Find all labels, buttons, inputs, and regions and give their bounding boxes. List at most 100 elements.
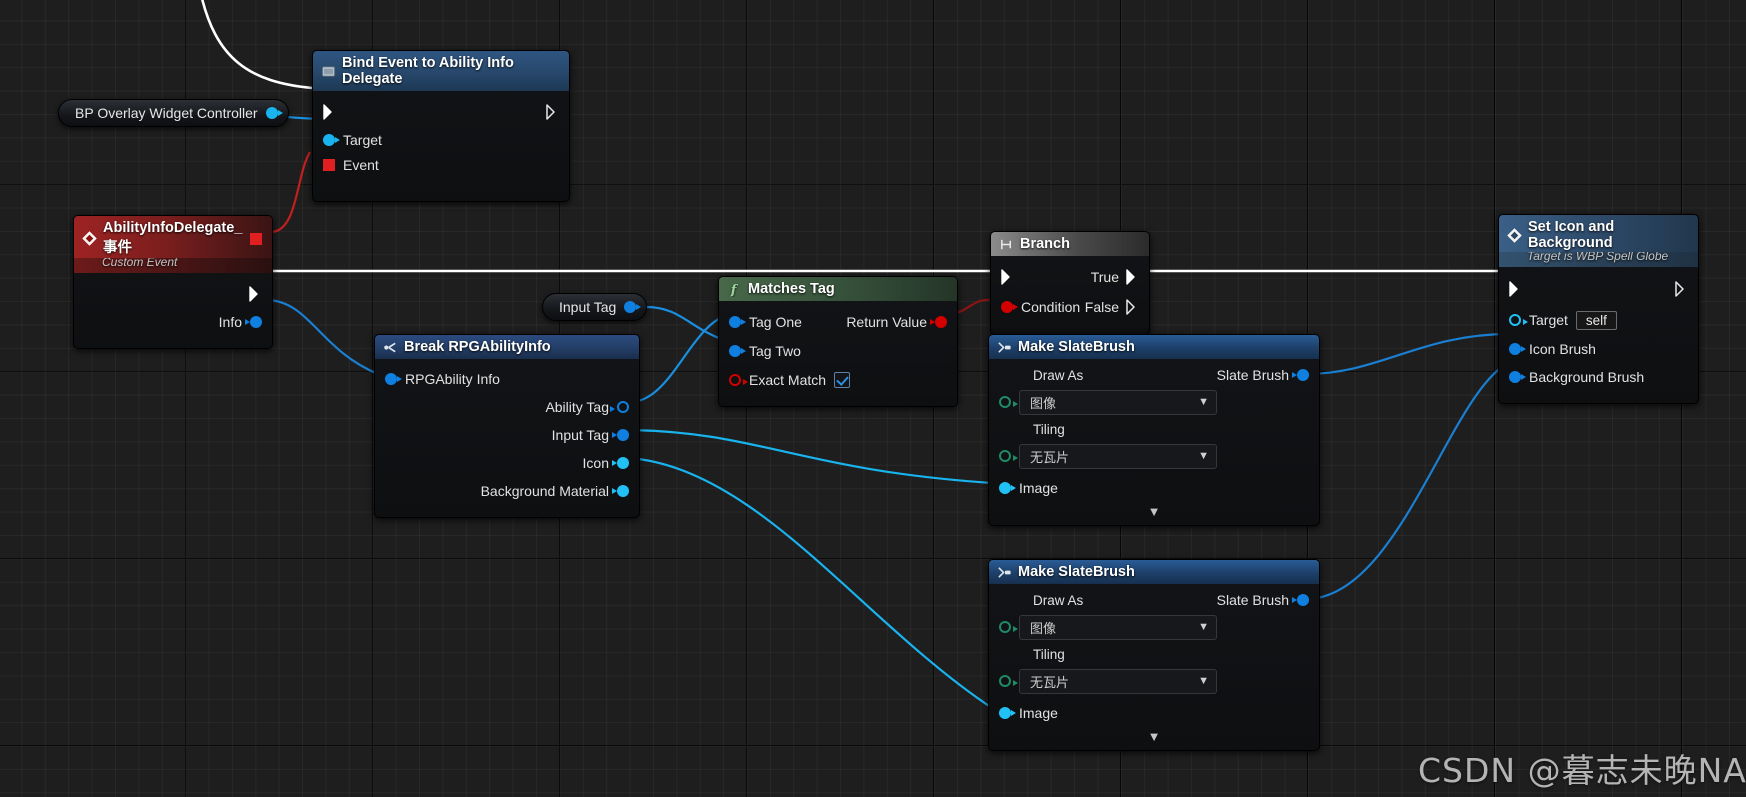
expand-node-chevron-down-icon[interactable]: ▼: [989, 728, 1319, 743]
object-output-pin[interactable]: [265, 107, 283, 119]
node-title: Make SlateBrush: [1018, 564, 1135, 580]
image-input-pin[interactable]: [999, 482, 1016, 494]
tiling-input-pin[interactable]: [999, 450, 1018, 462]
node-input-tag-get[interactable]: Input Tag: [542, 293, 648, 321]
exec-out-pin[interactable]: [249, 286, 262, 302]
target-input-pin[interactable]: [323, 133, 340, 146]
node-set-icon-and-background[interactable]: Set Icon and Background Target is WBP Sp…: [1498, 214, 1699, 404]
icon-output-pin[interactable]: [612, 457, 629, 469]
pin-row-condition: Condition False: [991, 292, 1149, 322]
false-exec-output-pin[interactable]: [1126, 299, 1139, 315]
exec-out-pin[interactable]: [546, 104, 559, 120]
node-header: Break RPGAbilityInfo: [375, 335, 639, 359]
icon-brush-input-pin[interactable]: [1509, 343, 1526, 355]
draw-as-dropdown[interactable]: 图像 ▼: [1019, 389, 1217, 415]
pin-label: Target: [1529, 312, 1568, 328]
event-delegate-input-pin[interactable]: [323, 158, 335, 171]
delegate-output-pin[interactable]: [250, 232, 262, 245]
slate-brush-output-pin[interactable]: [1292, 594, 1309, 606]
target-input-pin[interactable]: [1509, 314, 1528, 326]
target-self-value[interactable]: self: [1575, 310, 1617, 330]
tiling-label: Tiling: [1033, 646, 1065, 662]
delegate-bind-icon: [321, 65, 336, 77]
exec-in-pin[interactable]: [1001, 269, 1014, 285]
true-exec-output-pin[interactable]: [1126, 269, 1139, 285]
pin-row-info: Info: [74, 309, 272, 334]
node-header: Make SlateBrush: [989, 335, 1319, 359]
make-struct-icon: [998, 341, 1011, 353]
tiling-value: 无瓦片: [1030, 449, 1070, 465]
branch-icon: [1001, 239, 1011, 249]
info-output-pin[interactable]: [245, 315, 262, 328]
return-value-output-pin[interactable]: [930, 315, 947, 328]
pin-label: Image: [1019, 705, 1058, 721]
draw-as-input-pin[interactable]: [999, 396, 1018, 408]
pin-label: Condition: [1021, 299, 1081, 315]
node-title: Make SlateBrush: [1018, 339, 1135, 355]
draw-as-input-pin[interactable]: [999, 621, 1018, 633]
pin-label: Tag Two: [749, 342, 801, 359]
make-struct-icon: [998, 566, 1011, 578]
pin-label: Target: [343, 131, 382, 148]
row-draw-as-label: Draw As Slate Brush: [989, 365, 1319, 385]
node-break-rpgabilityinfo[interactable]: Break RPGAbilityInfo RPGAbility Info Abi…: [374, 334, 640, 518]
row-image: Image: [989, 473, 1319, 503]
background-brush-input-pin[interactable]: [1509, 371, 1526, 383]
exec-row: [313, 97, 569, 127]
node-header: AbilityInfoDelegate_事件: [74, 216, 272, 258]
exec-in-pin[interactable]: [1509, 281, 1522, 297]
background-material-output-pin[interactable]: [612, 485, 629, 497]
node-make-slatebrush-1[interactable]: Make SlateBrush Draw As Slate Brush 图像 ▼…: [988, 334, 1320, 526]
tag-one-input-pin[interactable]: [729, 315, 746, 328]
node-bp-overlay-widget-controller[interactable]: BP Overlay Widget Controller: [58, 99, 289, 127]
pin-label: Image: [1019, 480, 1058, 496]
rpgability-info-input-pin[interactable]: [385, 373, 402, 385]
pin-label: Background Material: [480, 483, 609, 499]
node-custom-event-ability-info-delegate[interactable]: AbilityInfoDelegate_事件 Custom Event Info: [73, 215, 273, 349]
image-input-pin[interactable]: [999, 707, 1016, 719]
slate-brush-output-pin[interactable]: [1292, 369, 1309, 381]
exec-row-true: True: [991, 262, 1149, 292]
tiling-label: Tiling: [1033, 421, 1065, 437]
expand-node-chevron-down-icon[interactable]: ▼: [989, 503, 1319, 518]
exec-out-pin[interactable]: [1675, 281, 1688, 297]
node-title: Branch: [1020, 236, 1070, 252]
draw-as-value: 图像: [1030, 395, 1057, 411]
exec-row: [1499, 273, 1698, 305]
exact-match-input-pin[interactable]: [729, 373, 748, 386]
pin-row-event: Event: [313, 152, 569, 177]
node-bind-event-to-ability-info-delegate[interactable]: Bind Event to Ability Info Delegate Targ…: [312, 50, 570, 202]
pin-row-tag-two: Tag Two: [719, 336, 957, 365]
ability-tag-output-pin[interactable]: [610, 401, 629, 413]
tiling-input-pin[interactable]: [999, 675, 1018, 687]
node-branch[interactable]: Branch True Condition False: [990, 231, 1150, 335]
node-make-slatebrush-2[interactable]: Make SlateBrush Draw As Slate Brush 图像 ▼…: [988, 559, 1320, 751]
pin-label: Info: [218, 313, 242, 330]
tag-two-input-pin[interactable]: [729, 344, 746, 357]
tiling-dropdown[interactable]: 无瓦片 ▼: [1019, 443, 1217, 469]
node-title: Bind Event to Ability Info Delegate: [342, 55, 514, 87]
row-draw-as-widget: 图像 ▼: [989, 610, 1319, 644]
chevron-down-icon: ▼: [1198, 395, 1209, 408]
function-diamond-icon: [1507, 227, 1522, 243]
condition-input-pin[interactable]: [1001, 301, 1018, 313]
pin-label: Icon: [582, 455, 609, 471]
exact-match-checkbox[interactable]: [834, 371, 851, 388]
draw-as-label: Draw As: [1033, 367, 1084, 383]
row-draw-as-widget: 图像 ▼: [989, 385, 1319, 419]
node-matches-tag[interactable]: f Matches Tag Tag One Return Value Tag T…: [718, 276, 958, 407]
event-diamond-icon: [82, 231, 97, 246]
pin-row-ability-tag: Ability Tag: [375, 393, 639, 421]
pin-row-target: Target self: [1499, 305, 1698, 335]
input-tag-output-pin[interactable]: [624, 301, 642, 313]
exec-in-pin[interactable]: [323, 104, 336, 120]
draw-as-dropdown[interactable]: 图像 ▼: [1019, 614, 1217, 640]
node-body: Draw As Slate Brush 图像 ▼ Tiling 无瓦片 ▼ Im…: [989, 359, 1319, 525]
blueprint-graph-canvas[interactable]: BP Overlay Widget Controller Bind Event …: [0, 0, 1746, 797]
pin-label: Icon Brush: [1529, 341, 1596, 357]
pin-row-tag-one: Tag One Return Value: [719, 307, 957, 336]
node-body: Draw As Slate Brush 图像 ▼ Tiling 无瓦片 ▼ Im…: [989, 584, 1319, 750]
pin-row-input-tag: Input Tag: [375, 421, 639, 449]
tiling-dropdown[interactable]: 无瓦片 ▼: [1019, 668, 1217, 694]
input-tag-output-pin[interactable]: [612, 429, 629, 441]
